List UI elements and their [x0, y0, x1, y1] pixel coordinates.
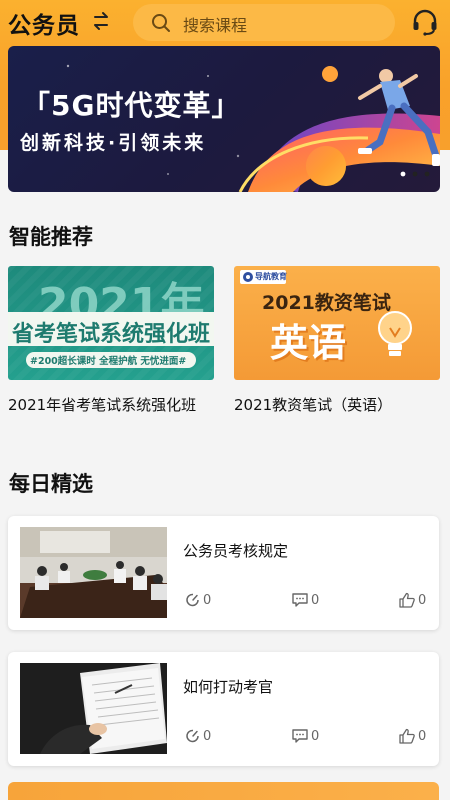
- article-thumbnail: [20, 527, 167, 618]
- thumbs-up-icon: [399, 728, 415, 744]
- comment-icon: [292, 593, 308, 607]
- article-title: 如何打动考官: [183, 678, 274, 696]
- likes-count: 0: [418, 728, 427, 744]
- views-stat: 0: [185, 592, 211, 608]
- poster-title: 2021教资笔试: [262, 292, 391, 314]
- poster-subject: 英语: [270, 321, 347, 365]
- views-count: 0: [203, 728, 212, 744]
- views-icon: [186, 593, 199, 607]
- banner-headline: 「5G时代变革」: [22, 89, 241, 122]
- recommend-section-title: 智能推荐: [9, 225, 93, 249]
- course-caption[interactable]: 2021教资笔试（英语）: [234, 394, 392, 415]
- course-caption[interactable]: 2021年省考笔试系统强化班: [8, 394, 196, 415]
- article-card[interactable]: 如何打动考官 0 0 0: [8, 652, 439, 766]
- brand-logo-icon: [243, 272, 253, 282]
- customer-service-icon[interactable]: [411, 8, 439, 36]
- thumbs-up-icon: [399, 592, 415, 608]
- search-icon: [152, 14, 170, 32]
- views-count: 0: [203, 592, 212, 608]
- promo-banner[interactable]: 「5G时代变革」 创新科技·引领未来: [8, 46, 440, 192]
- lightbulb-icon: [378, 311, 412, 356]
- comments-stat[interactable]: 0: [291, 728, 319, 744]
- exam-category-label[interactable]: 公务员: [8, 6, 80, 40]
- next-article-card-peek[interactable]: [8, 782, 439, 800]
- brand-logo-text: 导航教育: [255, 272, 287, 281]
- app-root: 公务员 搜索课程 「5G时代变革」 创新科技·引领未来 智能推荐 2021年 省…: [0, 0, 450, 800]
- article-thumbnail: [20, 663, 167, 754]
- comment-icon: [292, 729, 308, 743]
- views-stat: 0: [185, 728, 211, 744]
- likes-stat[interactable]: 0: [398, 592, 426, 608]
- poster-title: 省考笔试系统强化班: [12, 322, 211, 347]
- likes-stat[interactable]: 0: [398, 728, 426, 744]
- comments-count: 0: [311, 592, 320, 608]
- search-bar[interactable]: 搜索课程: [133, 4, 395, 41]
- comments-stat[interactable]: 0: [291, 592, 319, 608]
- course-card-teacher-exam-english[interactable]: 导航教育 2021教资笔试 英语: [234, 266, 440, 380]
- views-icon: [186, 729, 199, 743]
- article-title: 公务员考核规定: [183, 542, 289, 560]
- switch-category-icon[interactable]: [92, 10, 110, 32]
- daily-section-title: 每日精选: [9, 472, 93, 496]
- top-bar: 公务员 搜索课程: [0, 0, 450, 44]
- poster-tag: #200超长课时 全程护航 无忧进面#: [30, 356, 187, 367]
- article-card[interactable]: 公务员考核规定 0 0 0: [8, 516, 439, 630]
- likes-count: 0: [418, 592, 427, 608]
- search-placeholder: 搜索课程: [183, 16, 248, 35]
- banner-subline: 创新科技·引领未来: [20, 132, 207, 154]
- comments-count: 0: [311, 728, 320, 744]
- course-card-provincial-exam[interactable]: 2021年 省考笔试系统强化班 #200超长课时 全程护航 无忧进面#: [8, 266, 214, 380]
